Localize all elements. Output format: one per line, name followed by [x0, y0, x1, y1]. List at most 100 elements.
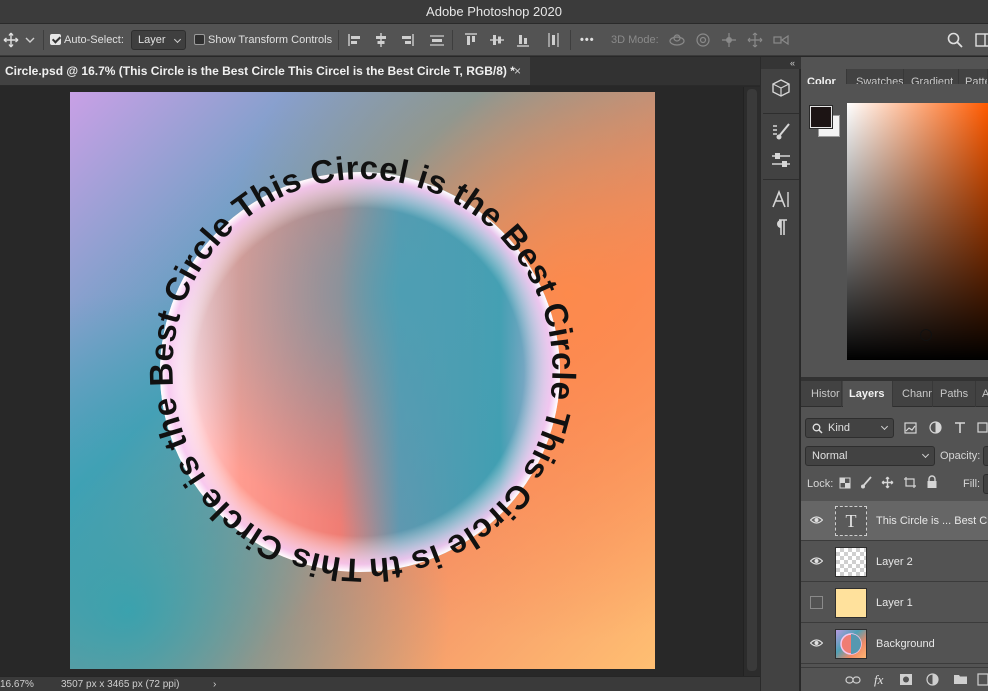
- visibility-eye-icon[interactable]: [810, 638, 823, 648]
- collapsed-panel-strip: «: [760, 57, 801, 691]
- layers-panel-tabs: Histor Layers Chann Paths A: [801, 381, 988, 407]
- tool-preset-chevron-down-icon[interactable]: [25, 37, 35, 44]
- lock-all-icon[interactable]: [926, 475, 938, 489]
- 3d-pan-icon[interactable]: [721, 32, 737, 48]
- document-tab-title: Circle.psd @ 16.7% (This Circle is the B…: [5, 64, 515, 78]
- add-mask-icon[interactable]: [899, 673, 913, 686]
- layer-name[interactable]: Background: [876, 624, 988, 664]
- layer-effects-button[interactable]: fx: [874, 672, 883, 688]
- layer-row-text[interactable]: T This Circle is ... Best Cir: [801, 501, 988, 541]
- brush-settings-icon[interactable]: [769, 121, 793, 143]
- lock-transparent-pixels-icon[interactable]: [839, 477, 851, 489]
- paragraph-icon[interactable]: [769, 217, 793, 239]
- close-document-icon[interactable]: ×: [514, 57, 521, 86]
- separator: [570, 30, 571, 50]
- lock-label: Lock:: [807, 478, 834, 490]
- layers-bottom-bar: fx: [801, 667, 988, 691]
- character-icon[interactable]: [769, 189, 793, 211]
- distribute-vertical-icon[interactable]: [429, 32, 445, 48]
- auto-select-label: Auto-Select:: [64, 34, 124, 46]
- layer-name[interactable]: This Circle is ... Best Cir: [876, 501, 988, 541]
- tab-layers[interactable]: Layers: [843, 381, 893, 407]
- thumbnail-orb: [840, 633, 862, 655]
- link-layers-icon[interactable]: [845, 675, 861, 685]
- tab-strip: [530, 57, 760, 86]
- align-right-edges-icon[interactable]: [399, 32, 415, 48]
- right-panel: Color Swatches Gradient Patte Histor Lay…: [801, 57, 988, 691]
- move-tool-icon[interactable]: [3, 32, 19, 48]
- filter-shape-icon[interactable]: [977, 421, 988, 434]
- more-options-button[interactable]: •••: [580, 24, 595, 56]
- lock-position-icon[interactable]: [881, 476, 894, 489]
- visibility-toggle-off[interactable]: [810, 596, 823, 609]
- align-left-edges-icon[interactable]: [347, 32, 363, 48]
- filter-pixel-icon[interactable]: [904, 422, 917, 434]
- adjustment-sliders-icon[interactable]: [769, 149, 793, 171]
- visibility-eye-icon[interactable]: [810, 515, 823, 525]
- auto-select-target-dropdown[interactable]: Layer: [131, 30, 186, 50]
- chevron-down-icon: [921, 450, 930, 459]
- distribute-horizontal-icon[interactable]: [545, 32, 561, 48]
- auto-select-target-value: Layer: [138, 34, 166, 46]
- 3d-cube-icon[interactable]: [769, 77, 793, 99]
- opacity-field[interactable]: [983, 446, 988, 466]
- tab-paths[interactable]: Paths: [934, 381, 976, 407]
- chevron-down-icon: [880, 422, 889, 431]
- zoom-level[interactable]: 16.67%: [0, 677, 34, 691]
- align-bottom-edges-icon[interactable]: [515, 32, 531, 48]
- document-tab[interactable]: Circle.psd @ 16.7% (This Circle is the B…: [0, 57, 530, 86]
- new-adjustment-layer-icon[interactable]: [926, 673, 939, 686]
- layer-name[interactable]: Layer 1: [876, 583, 988, 623]
- tab-adjustments[interactable]: A: [976, 381, 988, 407]
- separator: [763, 179, 799, 180]
- show-transform-controls-checkbox[interactable]: [194, 34, 205, 45]
- new-group-icon[interactable]: [953, 673, 968, 685]
- tab-channels[interactable]: Chann: [896, 381, 933, 407]
- align-top-edges-icon[interactable]: [463, 32, 479, 48]
- 3d-roll-icon[interactable]: [695, 32, 711, 48]
- layer-row-layer-1[interactable]: Layer 1: [801, 583, 988, 623]
- 3d-mode-label: 3D Mode:: [611, 34, 659, 46]
- 3d-slide-icon[interactable]: [747, 32, 763, 48]
- collapse-panels-button[interactable]: «: [761, 57, 801, 69]
- transparent-layer-thumbnail: [835, 547, 867, 577]
- filter-adjustment-icon[interactable]: [929, 421, 942, 434]
- separator: [763, 113, 799, 114]
- 3d-orbit-icon[interactable]: [668, 32, 686, 48]
- visibility-eye-icon[interactable]: [810, 556, 823, 566]
- blend-mode-dropdown[interactable]: Normal: [805, 446, 935, 466]
- new-layer-icon[interactable]: [977, 673, 988, 686]
- options-bar: Auto-Select: Layer Show Transform Contro…: [0, 24, 988, 56]
- align-horizontal-centers-icon[interactable]: [373, 32, 389, 48]
- layer-row-layer-2[interactable]: Layer 2: [801, 542, 988, 582]
- color-picker-marker[interactable]: [920, 329, 932, 341]
- layer-filter-kind-value: Kind: [828, 422, 851, 434]
- foreground-color-swatch[interactable]: [809, 105, 833, 129]
- layer-filter-kind-dropdown[interactable]: Kind: [805, 418, 894, 438]
- tab-history[interactable]: Histor: [805, 381, 842, 407]
- 3d-scale-icon[interactable]: [772, 32, 790, 48]
- layer-row-background[interactable]: Background: [801, 624, 988, 664]
- status-menu-arrow[interactable]: ›: [213, 677, 216, 691]
- window-title-bar: Adobe Photoshop 2020: [0, 0, 988, 24]
- status-bar: 16.67% 3507 px x 3465 px (72 ppi) ›: [0, 676, 760, 691]
- document-canvas[interactable]: This Circle is the Best Circle This Circ…: [70, 92, 655, 669]
- opacity-label: Opacity:: [940, 450, 981, 462]
- color-picker-field[interactable]: [847, 103, 988, 360]
- vertical-scrollbar[interactable]: [743, 87, 760, 676]
- lock-artboard-icon[interactable]: [903, 476, 917, 489]
- search-icon[interactable]: [947, 32, 963, 48]
- artwork-svg: This Circle is the Best Circle This Circ…: [70, 92, 655, 669]
- text-layer-thumbnail: T: [835, 506, 867, 536]
- layer-name[interactable]: Layer 2: [876, 542, 988, 582]
- align-vertical-centers-icon[interactable]: [489, 32, 505, 48]
- workspace-icon[interactable]: [975, 32, 988, 48]
- lock-image-pixels-icon[interactable]: [860, 476, 873, 489]
- fill-field[interactable]: [983, 474, 988, 494]
- search-icon: [812, 423, 823, 434]
- fill-label: Fill:: [963, 478, 981, 490]
- scrollbar-thumb[interactable]: [747, 89, 757, 671]
- filter-type-icon[interactable]: [954, 421, 966, 434]
- fill-layer-thumbnail: [835, 588, 867, 618]
- auto-select-checkbox[interactable]: [50, 34, 61, 45]
